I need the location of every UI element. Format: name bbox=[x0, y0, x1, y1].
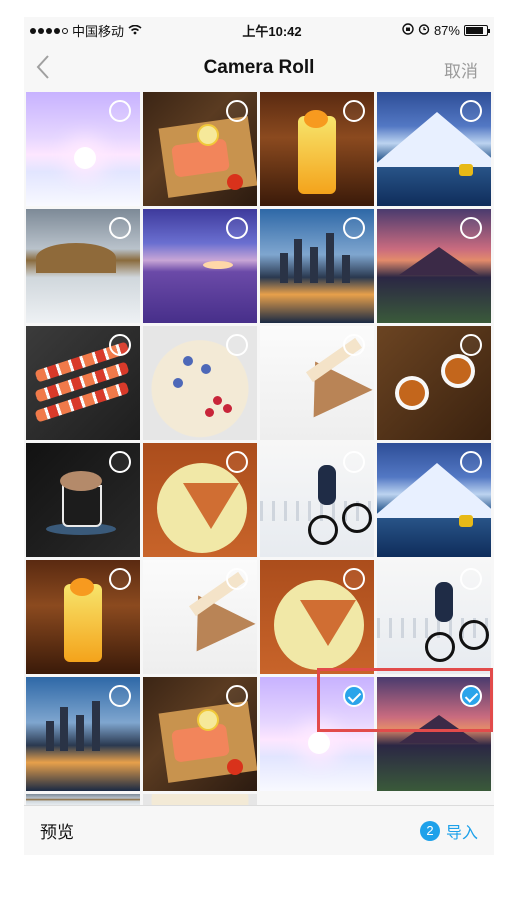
select-circle[interactable] bbox=[460, 217, 482, 239]
select-circle[interactable] bbox=[460, 334, 482, 356]
select-circle[interactable] bbox=[109, 217, 131, 239]
photo-thumb[interactable] bbox=[260, 326, 374, 440]
select-circle[interactable] bbox=[343, 451, 365, 473]
select-circle[interactable] bbox=[343, 568, 365, 590]
battery-icon bbox=[463, 25, 490, 36]
photo-thumb[interactable] bbox=[143, 443, 257, 557]
select-circle[interactable] bbox=[460, 568, 482, 590]
select-circle[interactable] bbox=[343, 334, 365, 356]
select-circle[interactable] bbox=[109, 334, 131, 356]
checkmark-icon[interactable] bbox=[343, 685, 365, 707]
select-circle[interactable] bbox=[343, 100, 365, 122]
photo-thumb[interactable] bbox=[377, 560, 491, 674]
photo-thumb[interactable] bbox=[26, 92, 140, 206]
photo-thumb[interactable] bbox=[377, 443, 491, 557]
photo-thumb[interactable] bbox=[260, 443, 374, 557]
select-circle[interactable] bbox=[226, 451, 248, 473]
select-circle[interactable] bbox=[109, 568, 131, 590]
select-circle[interactable] bbox=[109, 100, 131, 122]
signal-icon bbox=[30, 27, 68, 34]
photo-thumb[interactable] bbox=[260, 560, 374, 674]
photo-thumb[interactable] bbox=[377, 677, 491, 791]
photo-thumb[interactable] bbox=[26, 677, 140, 791]
photo-thumb[interactable] bbox=[26, 560, 140, 674]
preview-button[interactable]: 预览 bbox=[40, 818, 74, 843]
bottom-toolbar: 预览 2 导入 bbox=[24, 805, 494, 855]
photo-thumb[interactable] bbox=[143, 92, 257, 206]
photo-thumb[interactable] bbox=[26, 326, 140, 440]
selected-count-badge: 2 bbox=[419, 820, 440, 841]
photo-thumb[interactable] bbox=[377, 92, 491, 206]
checkmark-icon[interactable] bbox=[460, 685, 482, 707]
page-title: Camera Roll bbox=[203, 57, 315, 78]
select-circle[interactable] bbox=[226, 334, 248, 356]
battery-percent: 87% bbox=[433, 23, 460, 38]
orientation-lock-icon bbox=[402, 23, 414, 38]
photo-thumb[interactable] bbox=[26, 209, 140, 323]
select-circle[interactable] bbox=[109, 685, 131, 707]
chevron-left-icon[interactable] bbox=[36, 54, 50, 85]
photo-thumb[interactable] bbox=[143, 326, 257, 440]
select-circle[interactable] bbox=[460, 100, 482, 122]
select-circle[interactable] bbox=[226, 100, 248, 122]
photo-thumb[interactable] bbox=[377, 209, 491, 323]
status-time: 上午10:42 bbox=[242, 24, 302, 39]
import-button[interactable]: 2 导入 bbox=[419, 819, 478, 843]
cancel-button[interactable]: 取消 bbox=[444, 57, 478, 82]
select-circle[interactable] bbox=[460, 451, 482, 473]
select-circle[interactable] bbox=[343, 217, 365, 239]
select-circle[interactable] bbox=[226, 568, 248, 590]
alarm-icon bbox=[418, 23, 430, 38]
select-circle[interactable] bbox=[109, 451, 131, 473]
photo-thumb[interactable] bbox=[260, 677, 374, 791]
photo-thumb[interactable] bbox=[26, 443, 140, 557]
photo-thumb[interactable] bbox=[143, 560, 257, 674]
camera-roll-screen: 中国移动 上午10:42 87% Camera Roll 取消 预览 2 导入 bbox=[24, 17, 494, 855]
photo-thumb[interactable] bbox=[260, 209, 374, 323]
photo-thumb[interactable] bbox=[143, 677, 257, 791]
status-bar: 中国移动 上午10:42 87% bbox=[24, 17, 494, 44]
photo-thumb[interactable] bbox=[377, 326, 491, 440]
select-circle[interactable] bbox=[226, 685, 248, 707]
select-circle[interactable] bbox=[226, 217, 248, 239]
photo-thumb[interactable] bbox=[143, 209, 257, 323]
nav-bar: Camera Roll 取消 bbox=[24, 44, 494, 92]
import-label: 导入 bbox=[445, 824, 478, 842]
carrier-label: 中国移动 bbox=[72, 24, 125, 39]
wifi-icon bbox=[128, 23, 142, 38]
photo-thumb[interactable] bbox=[260, 92, 374, 206]
